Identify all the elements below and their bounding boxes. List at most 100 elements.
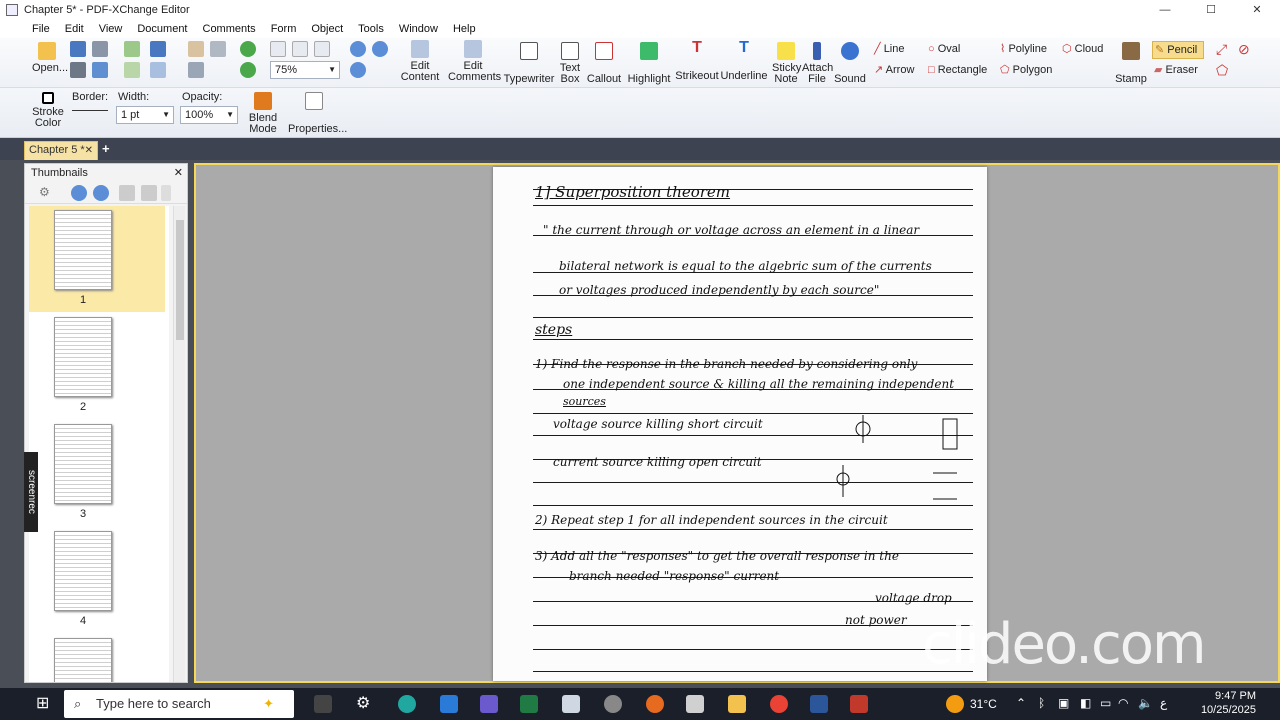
forward-icon[interactable] (124, 62, 140, 78)
zoom-select[interactable]: 75% ▼ (270, 61, 340, 79)
clock-date[interactable]: 10/25/2025 (1196, 704, 1256, 716)
settings-gear-icon[interactable]: ⚙ (356, 695, 374, 713)
edit-comments-button[interactable]: Edit Comments (448, 40, 501, 83)
thumbnail-options-gear-icon[interactable]: ⚙ (39, 185, 55, 201)
close-button[interactable]: ✕ (1234, 0, 1280, 20)
battery-icon[interactable]: ▭ (1100, 696, 1111, 710)
excel-icon[interactable] (520, 695, 538, 713)
properties-button[interactable]: Properties... (288, 92, 347, 135)
actual-size-icon[interactable] (270, 41, 286, 57)
bluetooth-icon[interactable]: ᛒ (1038, 696, 1045, 710)
eraser-tool[interactable]: ▰ Eraser (1154, 65, 1206, 76)
file-explorer-icon[interactable] (728, 695, 746, 713)
oval-tool[interactable]: ○ Oval (928, 44, 988, 55)
task-view-icon[interactable] (314, 695, 332, 713)
scrollbar-thumb[interactable] (176, 220, 184, 340)
thumbnail-page-3[interactable]: 3 (29, 420, 165, 526)
word-icon[interactable] (810, 695, 828, 713)
sound-button[interactable]: Sound (834, 42, 866, 85)
polygon-tool[interactable]: ⬠ Polygon (1000, 65, 1060, 76)
thumb-zoom-out-icon[interactable] (93, 185, 109, 201)
menu-document[interactable]: Document (137, 23, 187, 35)
menu-tools[interactable]: Tools (358, 23, 384, 35)
thumb-zoom-in-icon[interactable] (71, 185, 87, 201)
cloud-tool[interactable]: ⬡ Cloud (1062, 44, 1112, 55)
width-select[interactable]: 1 pt ▼ (116, 106, 174, 124)
menu-help[interactable]: Help (453, 23, 476, 35)
rotate-ccw-icon[interactable] (240, 62, 256, 78)
maximize-button[interactable]: ☐ (1188, 0, 1234, 20)
zoom-in-icon[interactable] (350, 62, 366, 78)
app-icon-light[interactable] (686, 695, 704, 713)
sticky-note-button[interactable]: Sticky Note (772, 42, 801, 85)
menu-object[interactable]: Object (311, 23, 343, 35)
line-tool[interactable]: ╱ Line (874, 44, 924, 55)
no-entry-icon[interactable]: ⊘ (1238, 41, 1254, 57)
blend-mode-button[interactable]: Blend Mode (246, 92, 280, 135)
arrow-tool[interactable]: ↗ Arrow (874, 65, 934, 76)
zoom-out-icon[interactable] (372, 41, 388, 57)
save-icon[interactable] (70, 41, 86, 57)
tray-app-icon[interactable]: ▣ (1058, 696, 1069, 710)
hand-tool-icon[interactable] (188, 41, 204, 57)
border-style-select[interactable] (72, 110, 108, 111)
clock-app-icon[interactable] (604, 695, 622, 713)
weather-icon[interactable] (946, 695, 964, 713)
callout-button[interactable]: Callout (586, 42, 622, 85)
thumbnail-scrollbar[interactable] (173, 206, 185, 682)
firefox-icon[interactable] (646, 695, 664, 713)
chrome-icon[interactable] (770, 695, 788, 713)
redo-icon[interactable] (150, 62, 166, 78)
chevron-up-icon[interactable]: ⌃ (1016, 696, 1026, 710)
thumbnail-page-5[interactable] (29, 634, 165, 682)
print-icon[interactable] (70, 62, 86, 78)
highlight-button[interactable]: Highlight (626, 42, 672, 85)
screenrec-badge[interactable]: screenrec (24, 452, 38, 532)
pdf-xchange-icon[interactable] (850, 695, 868, 713)
menu-file[interactable]: File (32, 23, 50, 35)
thumbnail-page-1[interactable]: 1 (29, 206, 165, 312)
arduino-icon[interactable] (398, 695, 416, 713)
pencil-tool[interactable]: ✎ Pencil (1152, 41, 1204, 59)
thumbnails-close-icon[interactable]: ✕ (174, 164, 183, 182)
rotate-page-90-icon[interactable] (141, 185, 157, 201)
menu-edit[interactable]: Edit (65, 23, 84, 35)
rectangle-tool[interactable]: □ Rectangle (928, 65, 998, 76)
clock-time[interactable]: 9:47 PM (1206, 690, 1256, 702)
menu-view[interactable]: View (99, 23, 123, 35)
vscode-icon[interactable] (440, 695, 458, 713)
tray-app-icon-2[interactable]: ◧ (1080, 696, 1091, 710)
tab-close-icon[interactable]: ✕ (85, 142, 93, 159)
stroke-color-button[interactable]: Stroke Color (30, 92, 66, 129)
minimize-button[interactable]: — (1142, 0, 1188, 20)
taskbar-search[interactable]: ⌕ Type here to search ✦ (64, 690, 294, 718)
menu-window[interactable]: Window (399, 23, 438, 35)
select-tool-icon[interactable] (210, 41, 226, 57)
input-indicator[interactable]: ع (1160, 696, 1167, 710)
edit-content-button[interactable]: Edit Content (400, 40, 440, 83)
email-icon[interactable] (92, 62, 108, 78)
open-button[interactable]: Open... (32, 42, 68, 74)
fit-page-icon[interactable] (292, 41, 308, 57)
new-tab-button[interactable]: + (102, 141, 110, 156)
tab-chapter-5[interactable]: Chapter 5 * ✕ (24, 141, 98, 160)
windows-start-icon[interactable]: ⊞ (36, 695, 54, 713)
measure-icon[interactable]: ⤢ (1216, 41, 1232, 57)
menu-form[interactable]: Form (271, 23, 297, 35)
zoom-in-magnifier-icon[interactable] (350, 41, 366, 57)
menu-comments[interactable]: Comments (203, 23, 256, 35)
rotate-page-icon[interactable] (119, 185, 135, 201)
stamp-button[interactable]: Stamp (1114, 42, 1148, 85)
attach-file-button[interactable]: Attach File (802, 42, 833, 85)
opacity-select[interactable]: 100% ▼ (180, 106, 238, 124)
strikeout-button[interactable]: T Strikeout (674, 40, 720, 82)
back-icon[interactable] (124, 41, 140, 57)
temperature[interactable]: 31°C (970, 697, 997, 711)
app-icon-purple[interactable] (480, 695, 498, 713)
volume-icon[interactable]: 🔈 (1138, 696, 1153, 710)
fit-width-icon[interactable] (314, 41, 330, 57)
app-icon-gray[interactable] (562, 695, 580, 713)
wifi-icon[interactable]: ◠ (1118, 696, 1128, 710)
undo-icon[interactable] (150, 41, 166, 57)
text-box-button[interactable]: Text Box (557, 42, 583, 85)
